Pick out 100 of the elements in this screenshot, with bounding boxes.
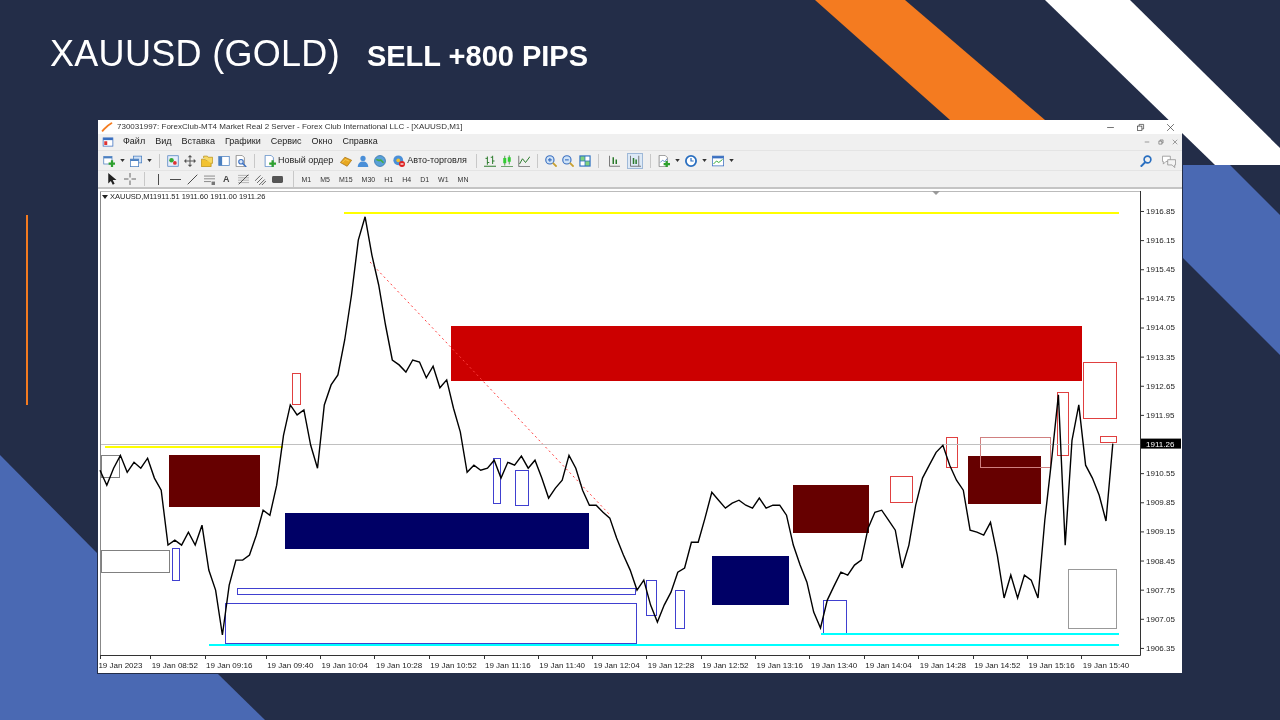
ingot-icon[interactable] (340, 154, 353, 167)
outline-rectangle (823, 600, 847, 634)
price-label: 1913.35 (1146, 352, 1175, 362)
toggle-button[interactable] (626, 152, 643, 169)
person-icon[interactable] (357, 154, 370, 167)
indicator-add-icon[interactable] (657, 154, 670, 167)
bar-chart-icon[interactable] (483, 154, 496, 167)
window-title: 730031997: ForexClub-MT4 Market Real 2 Server - Forex Club International LLC - [XAUUSD,M1] (117, 121, 463, 133)
menu-item[interactable]: Вид (150, 135, 177, 149)
chat-icon[interactable] (1162, 153, 1176, 168)
menu-item[interactable]: Сервис (265, 135, 307, 149)
document-plus-icon (264, 154, 276, 167)
menu-item[interactable]: Графики (219, 135, 266, 149)
outline-rectangle (980, 437, 1051, 468)
time-label: 19 Jan 11:16 (484, 661, 531, 670)
trend-line-icon[interactable] (187, 173, 198, 185)
triangle-down-icon (102, 195, 108, 199)
outline-rectangle (675, 590, 685, 629)
menu-item[interactable]: Файл (118, 135, 151, 149)
menu-item[interactable]: Вставка (176, 135, 220, 149)
template-icon[interactable] (711, 154, 724, 167)
caret-icon[interactable] (674, 159, 680, 162)
outline-rectangle (515, 470, 529, 506)
time-label: 19 Jan 12:28 (647, 661, 695, 670)
time-label: 19 Jan 10:28 (375, 661, 423, 670)
caret-icon[interactable] (120, 159, 125, 162)
outline-rectangle (1083, 362, 1117, 419)
zoom-in-icon[interactable] (544, 154, 557, 167)
chart-add-icon[interactable] (103, 154, 115, 167)
swoosh-icon (101, 122, 113, 132)
time-label: 19 Jan 14:52 (974, 661, 1021, 670)
time-label: 19 Jan 15:40 (1082, 661, 1130, 670)
gear-stop-icon (393, 154, 406, 167)
move-arrows-icon[interactable] (184, 154, 196, 167)
hatched-lines-icon[interactable] (254, 173, 266, 185)
price-label: 1907.05 (1146, 614, 1175, 624)
clock-icon[interactable] (684, 154, 697, 167)
time-label: 19 Jan 13:16 (756, 661, 803, 670)
outline-rectangle (1068, 569, 1117, 629)
time-label: 19 Jan 09:40 (267, 661, 314, 670)
search-icon[interactable] (1140, 154, 1152, 167)
caret-icon[interactable] (147, 159, 152, 162)
chart-scroll-icon (607, 154, 620, 167)
outline-rectangle (1057, 392, 1069, 456)
price-label: 1915.45 (1146, 265, 1175, 275)
triangle-marker-icon (932, 191, 940, 195)
text-tool-button[interactable]: A (221, 174, 232, 184)
chart-window-icon[interactable] (167, 154, 179, 167)
slide-subtitle: SELL +800 PIPS (366, 42, 589, 71)
caret-icon[interactable] (728, 159, 734, 162)
time-label: 19 Jan 15:16 (1028, 661, 1075, 670)
price-label: 1908.45 (1146, 556, 1175, 566)
outline-rectangle (172, 548, 180, 581)
price-tag: 1911.26 (1141, 438, 1181, 449)
caret-icon[interactable] (701, 159, 707, 162)
time-label: 19 Jan 14:04 (865, 661, 912, 670)
time-label: 19 Jan 09:16 (206, 661, 253, 670)
time-label: 19 Jan 11:40 (539, 661, 586, 670)
price-label: 1916.85 (1146, 206, 1175, 216)
outline-rectangle (890, 476, 913, 503)
time-label: 19 Jan 13:40 (810, 661, 858, 670)
time-label: 19 Jan 12:04 (593, 661, 640, 670)
price-label: 1914.05 (1146, 323, 1175, 333)
time-label: 19 Jan 2023 (98, 661, 143, 670)
fibonacci-icon[interactable] (237, 173, 249, 185)
price-label: 1909.85 (1146, 498, 1175, 508)
close-icon[interactable] (1172, 139, 1178, 145)
new-order-button[interactable]: Новый ордер (262, 152, 336, 169)
restore-icon[interactable] (1158, 139, 1164, 145)
outline-rectangle (292, 373, 301, 405)
time-label: 19 Jan 10:04 (321, 661, 368, 670)
line-chart-icon[interactable] (517, 154, 530, 167)
price-label: 1916.15 (1146, 236, 1175, 246)
outline-rectangle (646, 580, 657, 616)
price-label: 1914.75 (1146, 294, 1175, 304)
menu-item[interactable]: Справка (337, 135, 383, 149)
price-label: 1911.95 (1146, 410, 1175, 420)
grid-icon[interactable] (578, 154, 591, 167)
price-label: 1907.75 (1146, 585, 1175, 595)
restore-icon[interactable] (1136, 122, 1145, 132)
outline-rectangle (946, 437, 958, 468)
document-search-icon[interactable] (235, 154, 247, 167)
zoom-out-icon[interactable] (561, 154, 574, 167)
channel-icon[interactable] (204, 173, 215, 185)
price-label: 1906.35 (1146, 643, 1175, 653)
window-stack-icon[interactable] (130, 154, 142, 167)
autotrading-button[interactable]: Авто-торговля (391, 152, 469, 169)
menu-item[interactable]: Окно (306, 135, 338, 149)
candles-icon[interactable] (500, 154, 513, 167)
time-label: 19 Jan 10:52 (430, 661, 477, 670)
time-label: 19 Jan 12:52 (702, 661, 749, 670)
globe-icon[interactable] (374, 154, 387, 167)
chart-shift-icon (628, 154, 641, 167)
panel-icon[interactable] (218, 154, 230, 167)
cursor-icon[interactable] (106, 173, 118, 185)
price-label: 1910.55 (1146, 469, 1175, 479)
label-icon[interactable] (271, 173, 283, 185)
price-label: 1912.65 (1146, 381, 1175, 391)
time-label: 19 Jan 08:52 (151, 661, 198, 670)
close-icon[interactable] (1166, 122, 1175, 132)
